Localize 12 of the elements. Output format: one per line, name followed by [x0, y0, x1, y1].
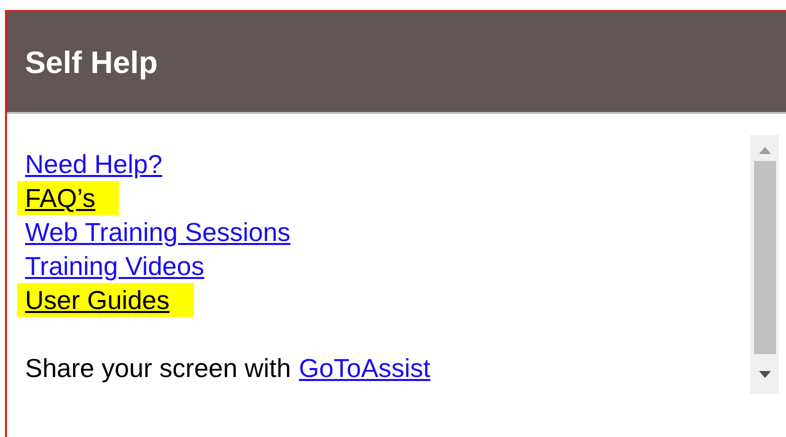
gotoassist-link[interactable]: GoToAssist: [298, 353, 430, 383]
scrollbar[interactable]: [750, 135, 779, 394]
share-sentence: Share your screen with GoToAssist: [25, 352, 432, 385]
scroll-up-icon[interactable]: [758, 147, 770, 154]
help-link[interactable]: Web Training Sessions: [25, 215, 290, 249]
scrollbar-thumb[interactable]: [754, 161, 776, 354]
help-link[interactable]: Training Videos: [25, 249, 204, 283]
panel-title: Self Help: [25, 46, 158, 78]
help-link[interactable]: User Guides: [17, 283, 194, 317]
help-link[interactable]: Need Help?: [25, 147, 162, 181]
scroll-down-icon[interactable]: [758, 371, 770, 378]
help-link[interactable]: FAQ’s: [17, 181, 120, 215]
